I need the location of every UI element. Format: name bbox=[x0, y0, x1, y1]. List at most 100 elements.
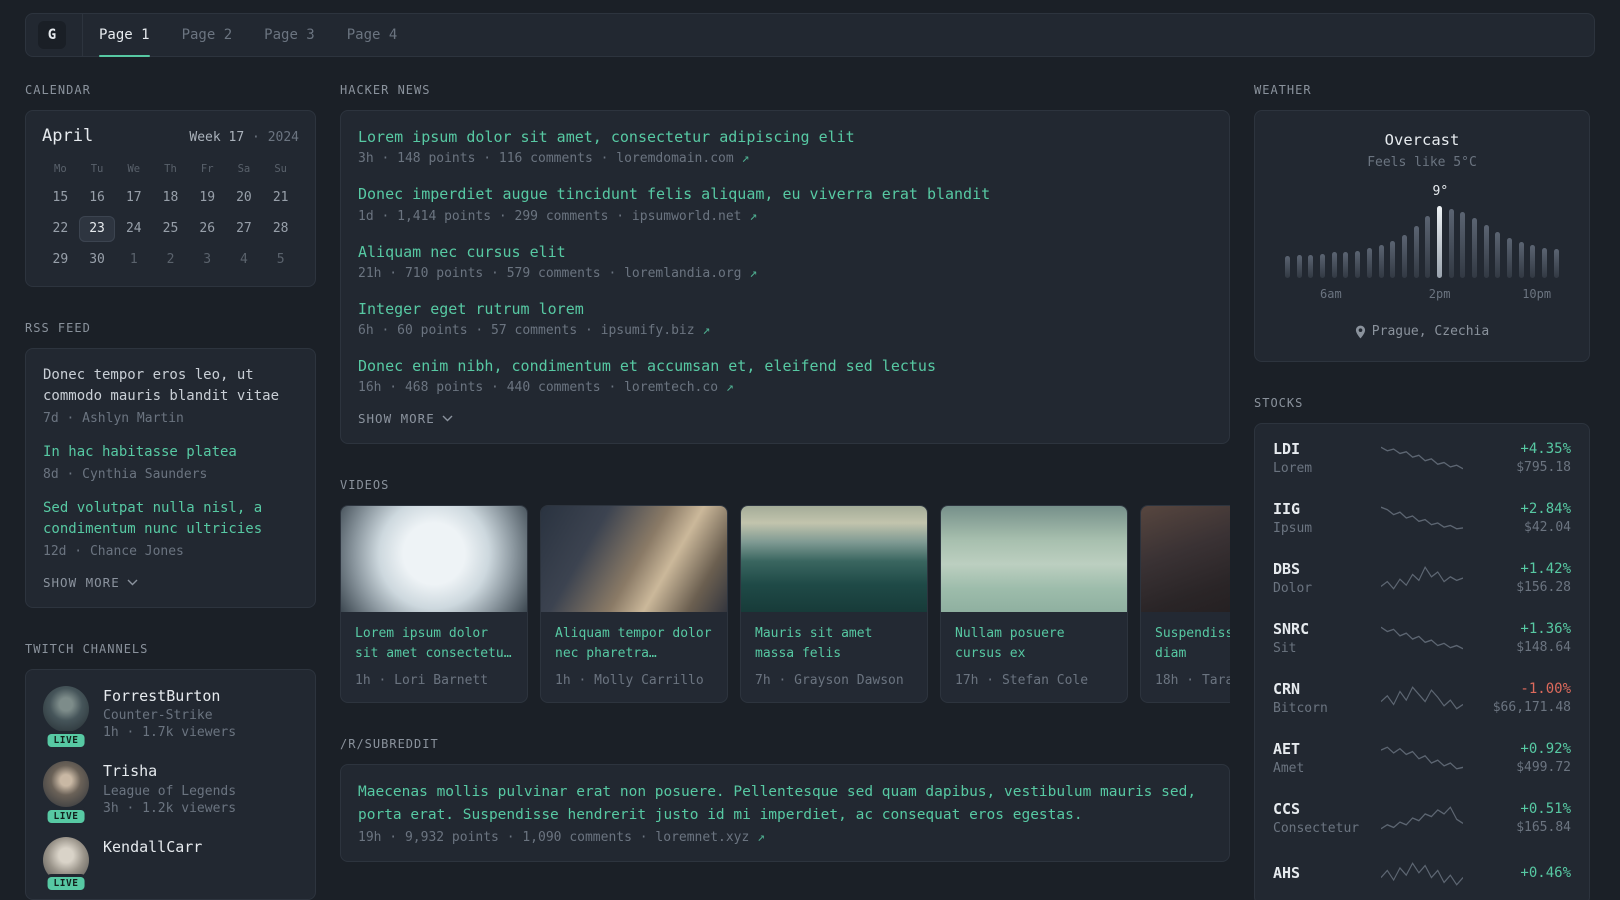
video-meta: 1h · Molly Carrillo bbox=[555, 673, 704, 689]
calendar-selected-day: 23 bbox=[78, 216, 116, 242]
calendar-widget: CALENDAR April Week 17 · 2024 Mo Tu We T… bbox=[25, 83, 316, 287]
stock-change: +1.36% bbox=[1520, 621, 1571, 637]
external-link-icon[interactable]: ↗ bbox=[726, 380, 734, 395]
hn-item-title[interactable]: Donec enim nibh, condimentum et accumsan… bbox=[358, 356, 1212, 376]
calendar-day: 29 bbox=[52, 252, 69, 267]
video-thumbnail bbox=[941, 506, 1127, 613]
tab-page-4[interactable]: Page 4 bbox=[347, 14, 398, 56]
subreddit-post-title[interactable]: Maecenas mollis pulvinar erat non posuer… bbox=[358, 781, 1212, 826]
twitch-channel[interactable]: LIVE KendallCarr bbox=[43, 836, 298, 890]
tab-page-1[interactable]: Page 1 bbox=[99, 14, 150, 57]
tab-page-2[interactable]: Page 2 bbox=[182, 14, 233, 56]
twitch-channel[interactable]: LIVE ForrestBurton Counter-Strike 1h · 1… bbox=[43, 686, 298, 748]
stock-row[interactable]: IIG Ipsum +2.84% $42.04 bbox=[1273, 500, 1571, 536]
weather-location: Prague, Czechia bbox=[1275, 324, 1569, 339]
video-card[interactable]: Mauris sit amet massa felis 7h · Grayson… bbox=[740, 505, 928, 704]
app-logo[interactable]: G bbox=[38, 21, 66, 49]
video-card[interactable]: Suspendisse aliquam diam 18h · Tara bbox=[1140, 505, 1230, 704]
external-link-icon[interactable]: ↗ bbox=[749, 209, 757, 224]
stock-name: Sit bbox=[1273, 641, 1297, 656]
avatar bbox=[43, 686, 89, 732]
video-title: Aliquam tempor dolor nec pharetra… bbox=[555, 626, 712, 662]
external-link-icon[interactable]: ↗ bbox=[757, 830, 765, 845]
stock-row[interactable]: SNRC Sit +1.36% $148.64 bbox=[1273, 620, 1571, 656]
stock-id: AET Amet bbox=[1273, 740, 1369, 776]
twitch-avatar-wrap: LIVE bbox=[43, 836, 89, 890]
subreddit-widget-title: /R/SUBREDDIT bbox=[340, 737, 439, 752]
stock-row[interactable]: CRN Bitcorn -1.00% $66,171.48 bbox=[1273, 680, 1571, 716]
stock-values: +0.46% bbox=[1475, 865, 1571, 884]
stock-row[interactable]: LDI Lorem +4.35% $795.18 bbox=[1273, 440, 1571, 476]
twitch-channel[interactable]: LIVE Trisha League of Legends 3h · 1.2k … bbox=[43, 761, 298, 823]
twitch-widget: TWITCH CHANNELS LIVE ForrestBurton Count… bbox=[25, 642, 316, 900]
video-card[interactable]: Nullam posuere cursus ex 17h · Stefan Co… bbox=[940, 505, 1128, 704]
stocks-widget-title: STOCKS bbox=[1254, 396, 1304, 410]
calendar-dow: Mo bbox=[54, 163, 67, 175]
hn-item: Donec enim nibh, condimentum et accumsan… bbox=[358, 356, 1212, 395]
video-thumbnail bbox=[741, 506, 927, 613]
stock-sparkline bbox=[1381, 564, 1463, 592]
external-link-icon[interactable]: ↗ bbox=[742, 151, 750, 166]
rss-item-meta: 7d · Ashlyn Martin bbox=[43, 411, 184, 426]
hn-item-title[interactable]: Lorem ipsum dolor sit amet, consectetur … bbox=[358, 127, 1212, 147]
stock-symbol: CCS bbox=[1273, 800, 1301, 818]
hn-item-meta-text: 16h · 468 points · 440 comments · loremt… bbox=[358, 380, 719, 396]
weather-card: Overcast Feels like 5°C 9° 6am 2pm 10pm … bbox=[1254, 110, 1590, 362]
external-link-icon[interactable]: ↗ bbox=[702, 323, 710, 338]
hn-item-title[interactable]: Donec imperdiet augue tincidunt felis al… bbox=[358, 184, 1212, 204]
hn-item-meta: 21h · 710 points · 579 comments · loreml… bbox=[358, 266, 1212, 281]
stock-name: Consectetur bbox=[1273, 821, 1360, 836]
rss-item-title[interactable]: Sed volutpat nulla nisl, a condimentum n… bbox=[43, 498, 298, 540]
calendar-dow: Tu bbox=[90, 163, 104, 175]
tab-page-3[interactable]: Page 3 bbox=[264, 14, 315, 56]
calendar-day-outside: 4 bbox=[240, 252, 248, 267]
stock-values: +2.84% $42.04 bbox=[1475, 501, 1571, 535]
live-badge: LIVE bbox=[47, 734, 85, 748]
hn-item-title[interactable]: Aliquam nec cursus elit bbox=[358, 242, 1212, 262]
stock-row[interactable]: AHS +0.46% bbox=[1273, 860, 1571, 888]
rss-item-meta: 8d · Cynthia Saunders bbox=[43, 467, 208, 482]
stock-change: +0.46% bbox=[1520, 864, 1571, 881]
video-title: Mauris sit amet massa felis bbox=[755, 626, 873, 662]
calendar-day: 17 bbox=[125, 190, 142, 205]
stock-row[interactable]: CCS Consectetur +0.51% $165.84 bbox=[1273, 800, 1571, 836]
hn-item-meta: 16h · 468 points · 440 comments · loremt… bbox=[358, 380, 1212, 395]
rss-show-more-button[interactable]: SHOW MORE bbox=[43, 575, 138, 590]
rss-widget: RSS FEED Donec tempor eros leo, ut commo… bbox=[25, 321, 316, 608]
stock-id: AHS bbox=[1273, 864, 1369, 885]
video-meta: 7h · Grayson Dawson bbox=[755, 673, 904, 689]
twitch-channel-game: League of Legends bbox=[103, 783, 237, 799]
subreddit-widget: /R/SUBREDDIT Maecenas mollis pulvinar er… bbox=[340, 737, 1230, 863]
weather-condition: Overcast bbox=[1384, 131, 1460, 149]
rss-widget-title: RSS FEED bbox=[25, 321, 91, 335]
hn-item-meta-text: 1d · 1,414 points · 299 comments · ipsum… bbox=[358, 208, 742, 224]
rss-item: In hac habitasse platea 8d · Cynthia Sau… bbox=[43, 442, 298, 482]
hn-item-title[interactable]: Integer eget rutrum lorem bbox=[358, 299, 1212, 319]
stock-row[interactable]: DBS Dolor +1.42% $156.28 bbox=[1273, 560, 1571, 596]
stock-sparkline bbox=[1381, 744, 1463, 772]
external-link-icon[interactable]: ↗ bbox=[749, 266, 757, 281]
stock-values: +1.42% $156.28 bbox=[1475, 561, 1571, 595]
calendar-day: 18 bbox=[162, 190, 179, 205]
calendar-day: 16 bbox=[89, 190, 105, 205]
stock-row[interactable]: AET Amet +0.92% $499.72 bbox=[1273, 740, 1571, 776]
stock-name: Ipsum bbox=[1273, 521, 1313, 536]
hn-item: Lorem ipsum dolor sit amet, consectetur … bbox=[358, 127, 1212, 166]
calendar-day: 22 bbox=[52, 221, 69, 236]
calendar-day-outside: 1 bbox=[129, 252, 138, 267]
subreddit-post-meta-text: 19h · 9,932 points · 1,090 comments · lo… bbox=[358, 830, 750, 846]
rss-item-title[interactable]: In hac habitasse platea bbox=[43, 442, 298, 463]
topbar-divider bbox=[82, 14, 83, 56]
rss-item-title[interactable]: Donec tempor eros leo, ut commodo mauris… bbox=[43, 365, 298, 407]
hn-show-more-button[interactable]: SHOW MORE bbox=[358, 411, 453, 426]
stock-price: $66,171.48 bbox=[1492, 700, 1571, 715]
calendar-day: 25 bbox=[162, 221, 179, 236]
weather-temp-label: 9° bbox=[1432, 184, 1449, 199]
video-card[interactable]: Lorem ipsum dolor sit amet consectetu… 1… bbox=[340, 505, 528, 704]
calendar-day: 20 bbox=[236, 190, 252, 205]
chevron-down-icon bbox=[442, 415, 453, 422]
stock-id: CRN Bitcorn bbox=[1273, 680, 1369, 716]
video-title: Suspendisse aliquam diam bbox=[1155, 626, 1230, 662]
stock-values: -1.00% $66,171.48 bbox=[1475, 681, 1571, 715]
video-card[interactable]: Aliquam tempor dolor nec pharetra… 1h · … bbox=[540, 505, 728, 704]
